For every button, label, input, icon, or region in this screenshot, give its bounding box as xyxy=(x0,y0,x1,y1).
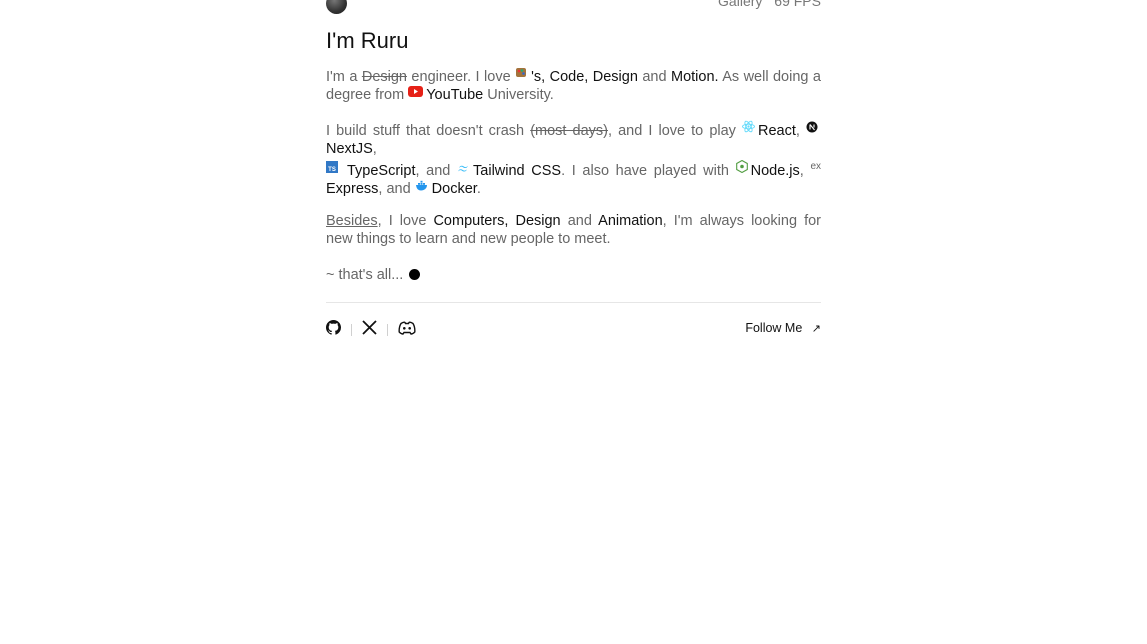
text: , xyxy=(795,123,806,139)
nextjs-icon xyxy=(806,120,818,138)
page-title: I'm Ruru xyxy=(326,28,409,53)
most-days-strike: (most days) xyxy=(530,123,608,139)
art-icon xyxy=(515,66,528,84)
text: , and xyxy=(378,181,415,198)
discord-icon[interactable] xyxy=(398,321,416,340)
nodejs-link[interactable]: Node.js xyxy=(751,163,800,179)
design-strike-text: Design xyxy=(361,69,407,85)
besides-paragraph: Besides, I love Computers, Design and An… xyxy=(326,212,821,248)
github-icon[interactable] xyxy=(326,320,342,340)
typescript-link[interactable]: TypeScript xyxy=(347,163,416,179)
animation-word: Animation xyxy=(598,213,663,229)
separator xyxy=(351,324,352,336)
divider xyxy=(326,302,821,303)
text: , and I love to play xyxy=(608,123,742,139)
text: engineer. I love xyxy=(406,69,516,85)
fps-counter: 69 FPS xyxy=(774,0,821,9)
express-link[interactable]: Express xyxy=(326,181,378,197)
social-links xyxy=(326,320,416,340)
gallery-link[interactable]: Gallery xyxy=(718,0,762,9)
besides-link[interactable]: Besides xyxy=(326,213,378,229)
separator xyxy=(387,324,388,336)
tailwind-icon xyxy=(457,160,470,178)
computers-word: Computers, xyxy=(433,213,509,229)
text: and xyxy=(560,213,599,229)
follow-me-label: Follow Me xyxy=(745,321,803,335)
text: , xyxy=(799,163,811,179)
design-word: Design xyxy=(515,213,561,229)
react-icon xyxy=(742,120,755,138)
youtube-icon xyxy=(408,84,424,102)
text: . I also have played with xyxy=(561,163,736,179)
closing-line: ~ that's all... xyxy=(326,266,821,284)
top-bar: Gallery 69 FPS xyxy=(326,0,821,18)
text: University. xyxy=(483,87,554,104)
docker-link[interactable]: Docker xyxy=(432,181,477,197)
text: , and xyxy=(415,163,458,179)
docker-icon xyxy=(415,178,429,196)
youtube-link[interactable]: YouTube xyxy=(426,87,483,103)
text: I'm a xyxy=(326,69,362,85)
avatar[interactable] xyxy=(326,0,347,14)
react-link[interactable]: React xyxy=(758,123,796,139)
text: . xyxy=(476,181,481,198)
top-right-nav: Gallery 69 FPS xyxy=(710,0,821,9)
main-column: Gallery 69 FPS I'm Ruru I'm a Design eng… xyxy=(326,0,821,336)
text: and xyxy=(637,69,671,85)
follow-me-link[interactable]: Follow Me ↗ xyxy=(745,321,821,335)
text: 's, xyxy=(531,69,550,85)
tailwind-link[interactable]: Tailwind CSS xyxy=(473,163,561,179)
nodejs-icon xyxy=(735,160,748,178)
typescript-icon: TS xyxy=(326,160,338,178)
motion-word: Motion. xyxy=(670,69,719,85)
status-dot-icon xyxy=(409,268,421,280)
closing-text: ~ that's all... xyxy=(326,267,404,283)
svg-text:TS: TS xyxy=(328,167,336,173)
design-word: Design xyxy=(592,69,638,85)
express-icon: ex xyxy=(810,161,822,173)
x-icon[interactable] xyxy=(362,320,377,340)
text: , xyxy=(372,141,377,158)
code-word: Code, xyxy=(549,69,589,85)
nextjs-link[interactable]: NextJS xyxy=(326,141,373,157)
skills-paragraph: I build stuff that doesn't crash (most d… xyxy=(326,120,822,198)
intro-paragraph: I'm a Design engineer. I love 's, Code, … xyxy=(326,68,821,104)
text: , I love xyxy=(377,213,434,229)
arrow-up-right-icon: ↗ xyxy=(811,323,821,335)
text: I build stuff that doesn't crash xyxy=(326,123,531,139)
